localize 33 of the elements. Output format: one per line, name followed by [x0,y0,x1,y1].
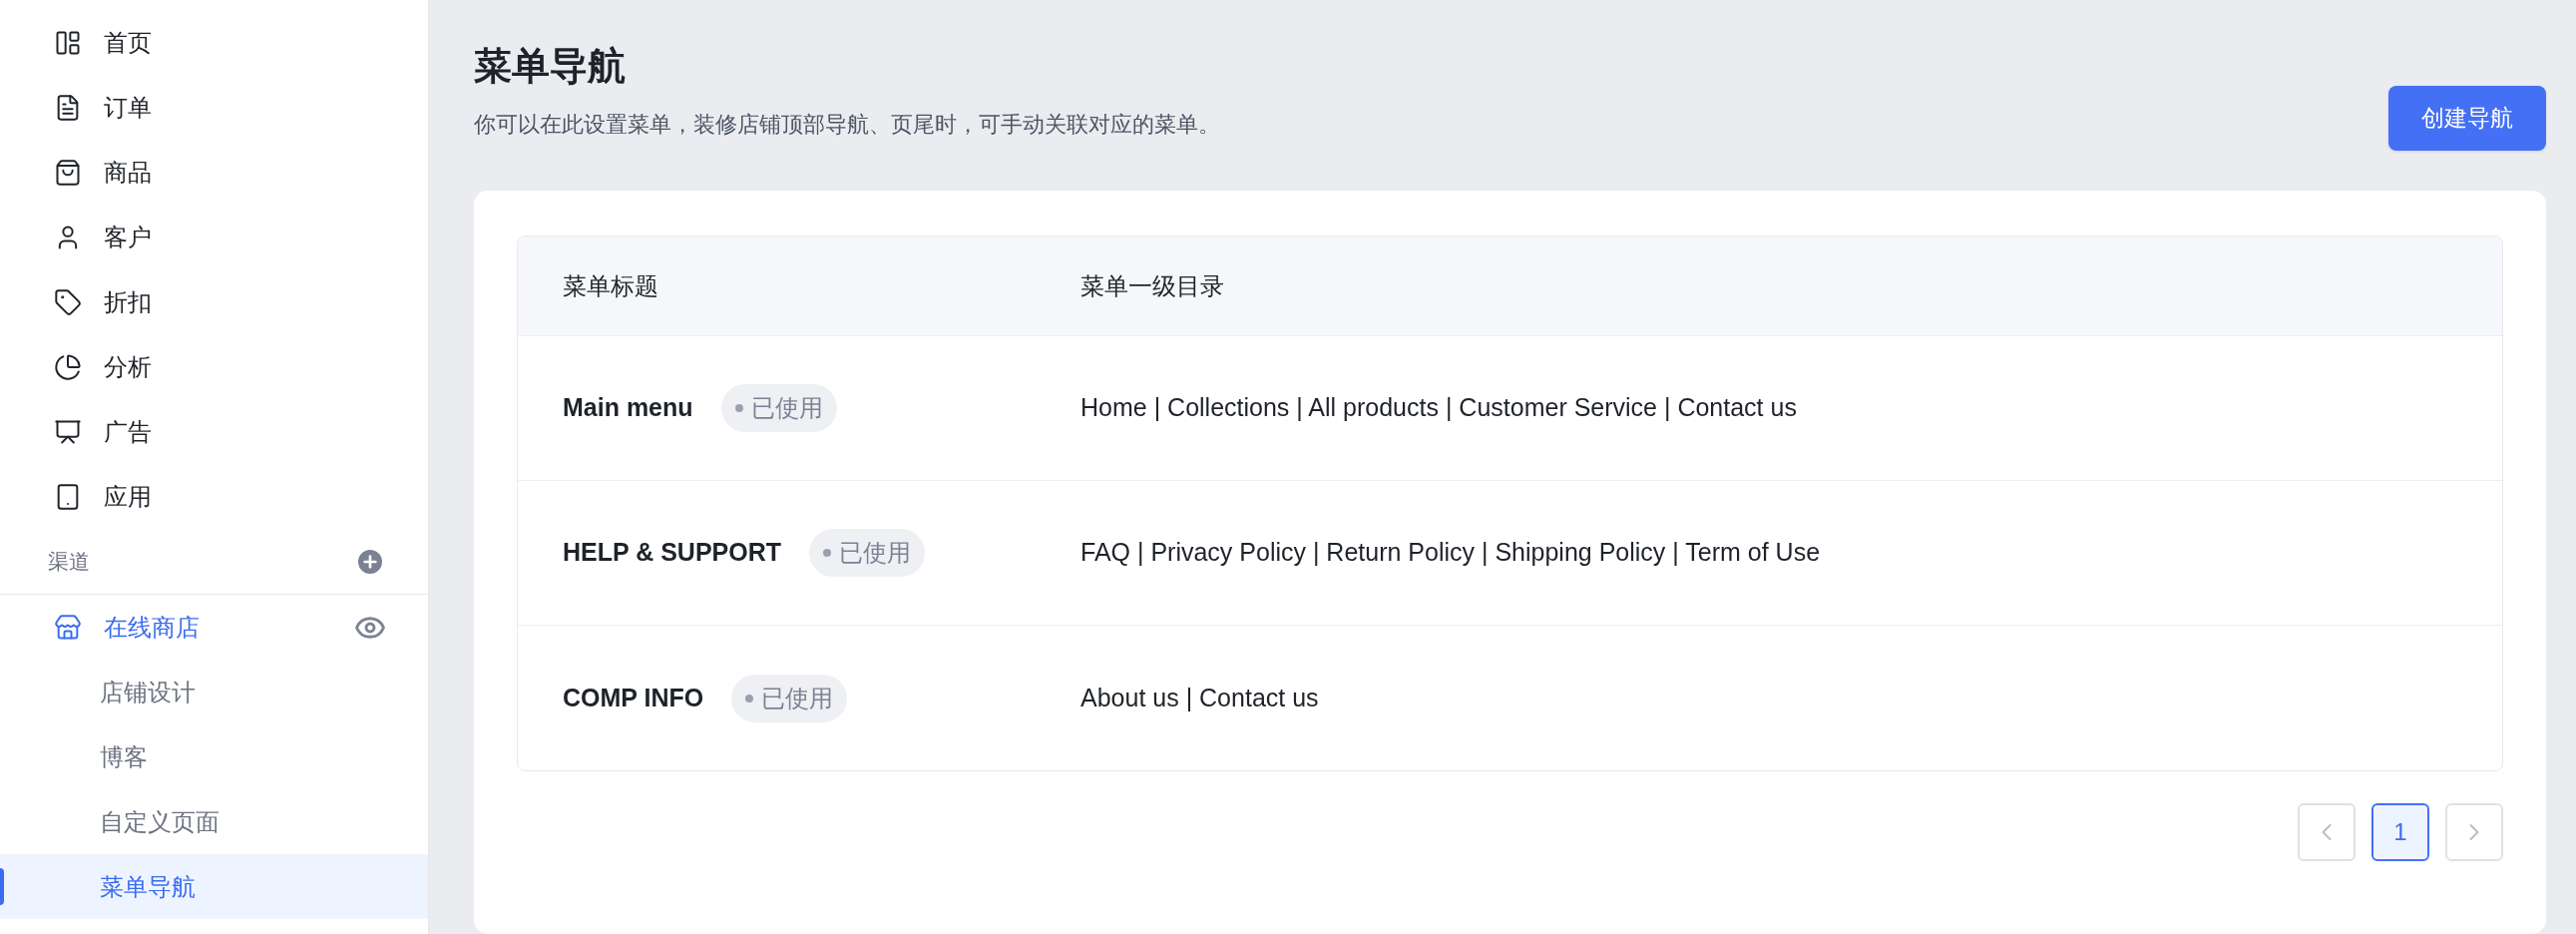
sidebar-item[interactable]: 客户 [0,205,428,269]
status-badge: 已使用 [720,384,837,432]
sidebar-item[interactable]: 订单 [0,75,428,140]
page-description: 你可以在此设置菜单，装修店铺顶部导航、页尾时，可手动关联对应的菜单。 [474,111,1220,139]
menu-title: Main menu [563,392,693,424]
status-badge: 已使用 [809,529,926,577]
column-header: 菜单标题 [562,270,659,301]
page-title: 菜单导航 [474,44,627,89]
sidebar-item[interactable]: 商品 [0,140,428,205]
sidebar-subitem[interactable]: 菜单导航 [0,854,428,919]
column-header: 菜单一级目录 [1080,270,1224,301]
sidebar-item[interactable]: 广告 [0,399,428,464]
menu-items-text: FAQ | Privacy Policy | Return Policy | Shipping Policy | Term of Use [1080,537,1821,569]
sidebar-item[interactable]: 在线商店 [0,595,428,660]
status-badge: 已使用 [731,674,848,722]
menu-items-text: About us | Contact us [1080,682,1319,713]
create-navigation-button[interactable]: 创建导航 [2388,86,2546,151]
bag-icon [54,158,82,187]
menu-title: COMP INFO [563,682,704,713]
sidebar-subitem[interactable]: 博客 [0,724,428,789]
pie-chart-icon [54,352,82,381]
section-label: 渠道 [48,548,90,575]
menu-title: HELP & SUPPORT [563,537,782,569]
sidebar-item[interactable]: 首页 [0,10,428,75]
page-button[interactable]: 1 [2371,803,2429,861]
sidebar-subitem[interactable]: 自定义页面 [0,789,428,854]
sidebar-item[interactable]: 应用 [0,464,428,529]
sidebar-item[interactable]: 分析 [0,334,428,399]
menu-items-text: Home | Collections | All products | Customer Service | Contact us [1080,392,1797,424]
store-icon [54,613,82,642]
tag-icon [54,287,82,316]
sidebar-subitem[interactable]: 店铺设计 [0,660,428,724]
sidebar-item[interactable]: 折扣 [0,269,428,334]
